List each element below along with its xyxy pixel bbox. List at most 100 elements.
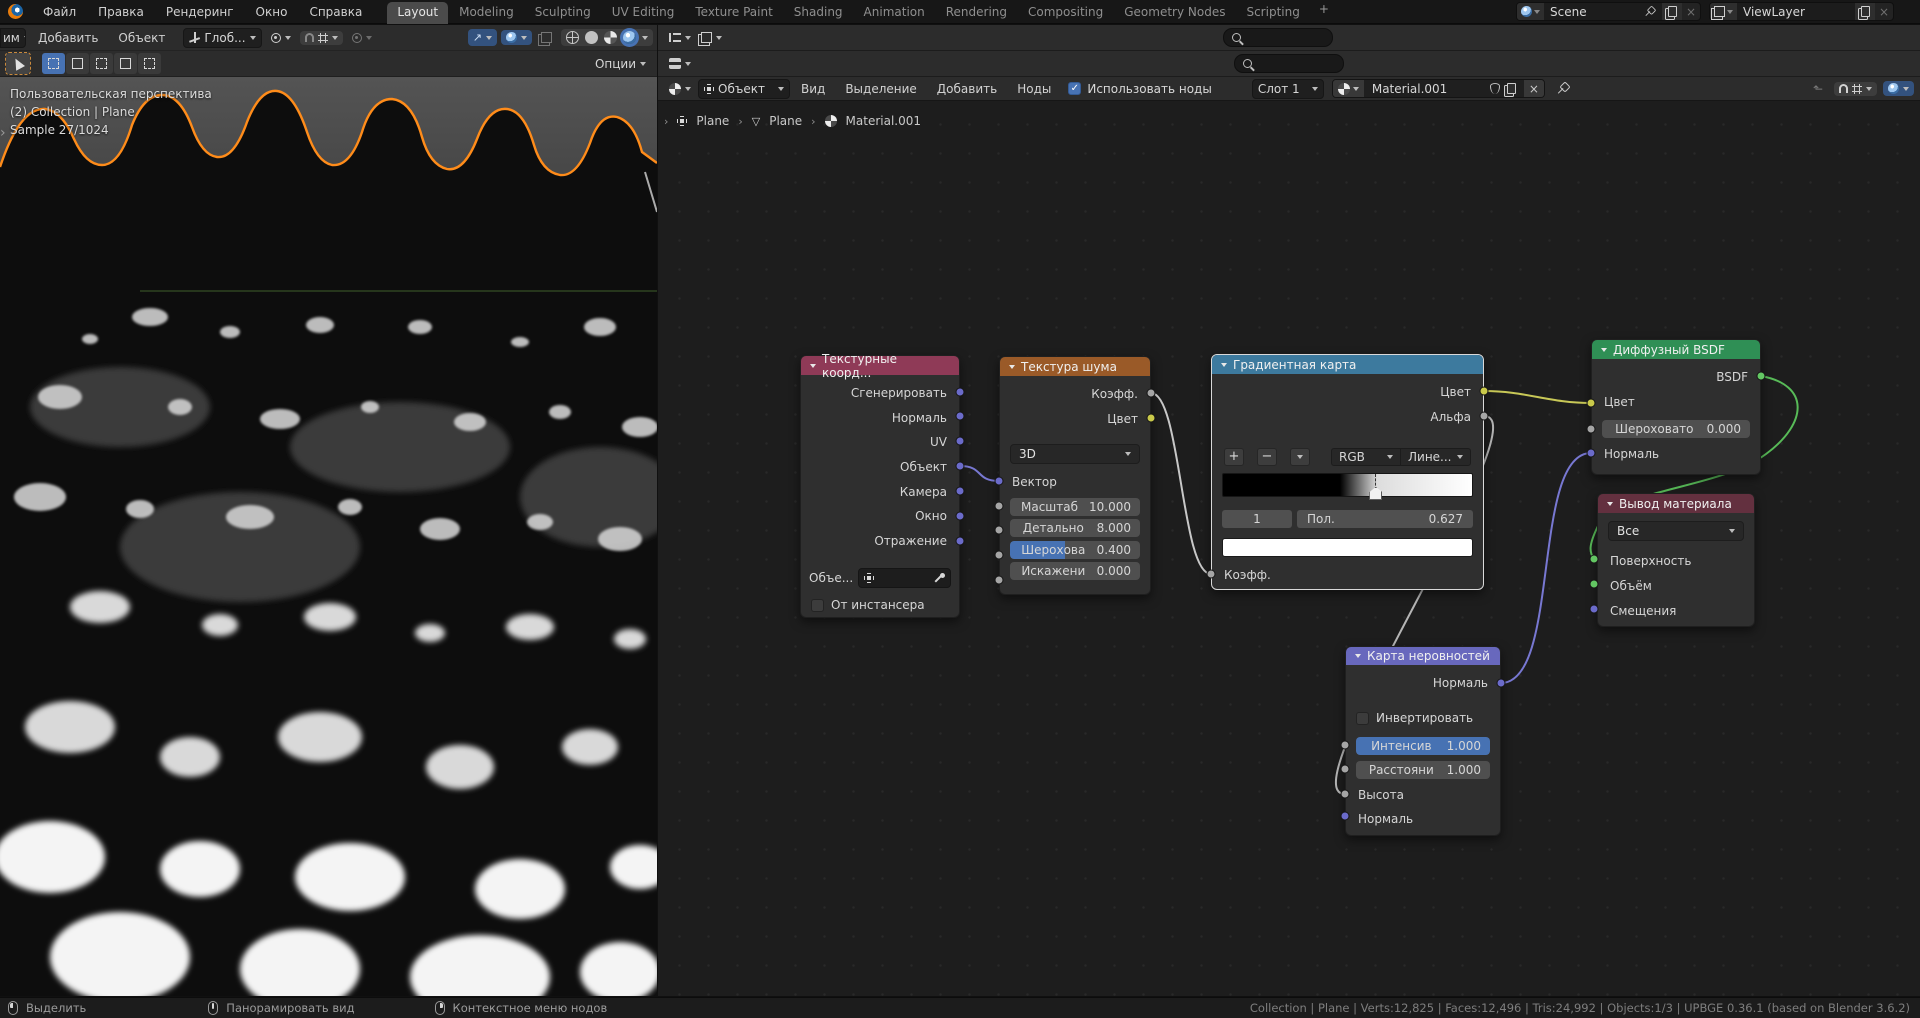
fake-user-shield-icon[interactable] [1490,83,1500,94]
breadcrumb-object[interactable]: Plane [696,114,729,128]
select-intersect-button[interactable] [138,53,161,74]
node-diffuse-bsdf[interactable]: Диффузный BSDF BSDF Цвет Шероховато0.000… [1591,339,1761,475]
pin-scene-icon[interactable] [1643,6,1655,18]
socket-bump-normal-input[interactable] [1341,812,1350,821]
stop-index-field[interactable]: 1 [1222,510,1292,528]
noise-roughness-field[interactable]: Шерохова0.400 [1010,541,1140,559]
menu-render[interactable]: Рендеринг [155,0,245,24]
socket-ramp-color-output[interactable] [1480,387,1489,396]
gizmo-toggle[interactable]: ↗ [468,29,497,46]
from-instancer-toggle[interactable]: От инстансера [811,598,949,612]
socket-texcoord-uv[interactable] [956,437,965,446]
node-header[interactable]: Градиентная карта [1212,355,1483,374]
new-viewlayer-button[interactable] [1855,3,1875,20]
remove-viewlayer-button[interactable]: × [1875,3,1893,20]
browse-material-button[interactable] [1333,80,1364,97]
node-header[interactable]: Текстурные коорд... [801,356,959,375]
noise-scale-field[interactable]: Масштаб10.000 [1010,498,1140,516]
collapse-icon[interactable] [1607,502,1613,506]
overlays-toggle[interactable] [501,30,532,45]
material-slot-dropdown[interactable]: Слот 1 [1252,79,1324,99]
tab-sculpting[interactable]: Sculpting [525,2,601,24]
unlink-material-button[interactable]: × [1524,80,1544,97]
collapse-icon[interactable] [1221,363,1227,367]
invert-checkbox[interactable] [1356,712,1369,725]
shading-solid-icon[interactable] [585,31,598,44]
editor-type-shader-button[interactable] [664,81,696,97]
shader-menu-select[interactable]: Выделение [836,82,925,96]
socket-noise-roughness-input[interactable] [995,551,1004,560]
node-bump[interactable]: Карта неровностей Нормаль Инвертировать … [1345,646,1501,836]
node-overlays-toggle[interactable] [1883,81,1914,96]
select-extend-button[interactable] [66,53,89,74]
noise-dimensions-dropdown[interactable]: 3D [1010,444,1140,464]
bsdf-roughness-field[interactable]: Шероховато0.000 [1602,420,1750,438]
node-header[interactable]: Вывод материала [1598,494,1754,513]
unlink-scene-button[interactable]: × [1682,3,1700,20]
shader-menu-node[interactable]: Ноды [1008,82,1060,96]
xray-toggle[interactable] [536,30,557,45]
transform-orientation-dropdown[interactable]: Глоб... [183,28,261,48]
shader-menu-add[interactable]: Добавить [928,82,1006,96]
socket-ramp-alpha-output[interactable] [1480,412,1489,421]
scene-browse-button[interactable] [1517,3,1544,20]
stop-color-swatch[interactable] [1222,538,1473,557]
eyedropper-icon[interactable] [932,572,945,585]
color-mode-dropdown[interactable]: RGB [1332,449,1400,465]
select-subtract-button[interactable] [90,53,113,74]
blender-logo-icon[interactable] [8,4,23,19]
socket-output-surface-input[interactable] [1590,555,1599,564]
viewlayer-browse-button[interactable] [1710,3,1737,20]
color-ramp-gradient[interactable] [1222,473,1473,497]
options-dropdown[interactable]: Опции [590,55,651,73]
socket-texcoord-camera[interactable] [956,487,965,496]
viewlayer-name-field[interactable]: ViewLayer [1737,3,1855,20]
breadcrumb-collapse-icon[interactable]: › [664,115,668,128]
viewport-canvas[interactable]: Пользовательская перспектива (2) Collect… [0,77,657,996]
remove-stop-button[interactable]: − [1257,448,1277,466]
node-texture-coordinate[interactable]: Текстурные коорд... Сгенерировать Нормал… [800,355,960,618]
menu-edit[interactable]: Правка [87,0,155,24]
shading-rendered-icon[interactable] [623,31,636,44]
bump-distance-field[interactable]: Расстояни1.000 [1356,761,1490,779]
tab-modeling[interactable]: Modeling [449,2,524,24]
socket-noise-detail-input[interactable] [995,526,1004,535]
use-nodes-toggle[interactable]: ✓ Использовать ноды [1068,82,1212,96]
editor-type-outliner-button[interactable] [664,30,696,45]
tab-geometry-nodes[interactable]: Geometry Nodes [1114,2,1235,24]
breadcrumb-material[interactable]: Material.001 [846,114,921,128]
stop-position-field[interactable]: Пол. 0.627 [1297,510,1473,528]
node-color-ramp[interactable]: Градиентная карта Цвет Альфа + − RGB [1211,354,1484,590]
snapping-group[interactable] [300,31,343,45]
new-scene-button[interactable] [1662,3,1682,20]
shader-menu-view[interactable]: Вид [792,82,834,96]
scene-name-field[interactable]: Scene [1544,3,1662,20]
socket-bump-distance-input[interactable] [1341,765,1350,774]
socket-noise-scale-input[interactable] [995,502,1004,511]
tab-animation[interactable]: Animation [854,2,935,24]
socket-bump-normal-output[interactable] [1497,679,1506,688]
editor-type-properties-button[interactable] [664,56,696,71]
socket-output-volume-input[interactable] [1590,580,1599,589]
invert-toggle[interactable]: Инвертировать [1356,709,1490,727]
shader-type-dropdown[interactable]: Объект [698,79,790,99]
add-workspace-button[interactable]: + [1311,2,1337,24]
tab-rendering[interactable]: Rendering [936,2,1017,24]
shading-material-icon[interactable] [604,31,617,44]
menu-window[interactable]: Окно [245,0,299,24]
duplicate-material-icon[interactable] [1507,83,1516,94]
viewport-menu-add[interactable]: Добавить [30,26,106,50]
socket-texcoord-object[interactable] [956,462,965,471]
node-snapping-group[interactable] [1834,82,1877,96]
socket-noise-distortion-input[interactable] [995,576,1004,585]
collapse-icon[interactable] [1355,654,1361,658]
breadcrumb-data[interactable]: Plane [769,114,802,128]
socket-texcoord-normal[interactable] [956,412,965,421]
socket-texcoord-window[interactable] [956,512,965,521]
socket-bump-height-input[interactable] [1341,790,1350,799]
display-mode-button[interactable] [696,30,727,45]
output-target-dropdown[interactable]: Все [1608,521,1744,541]
socket-noise-color-output[interactable] [1147,414,1156,423]
tab-texture-paint[interactable]: Texture Paint [685,2,782,24]
mode-dropdown[interactable]: им [0,28,26,48]
